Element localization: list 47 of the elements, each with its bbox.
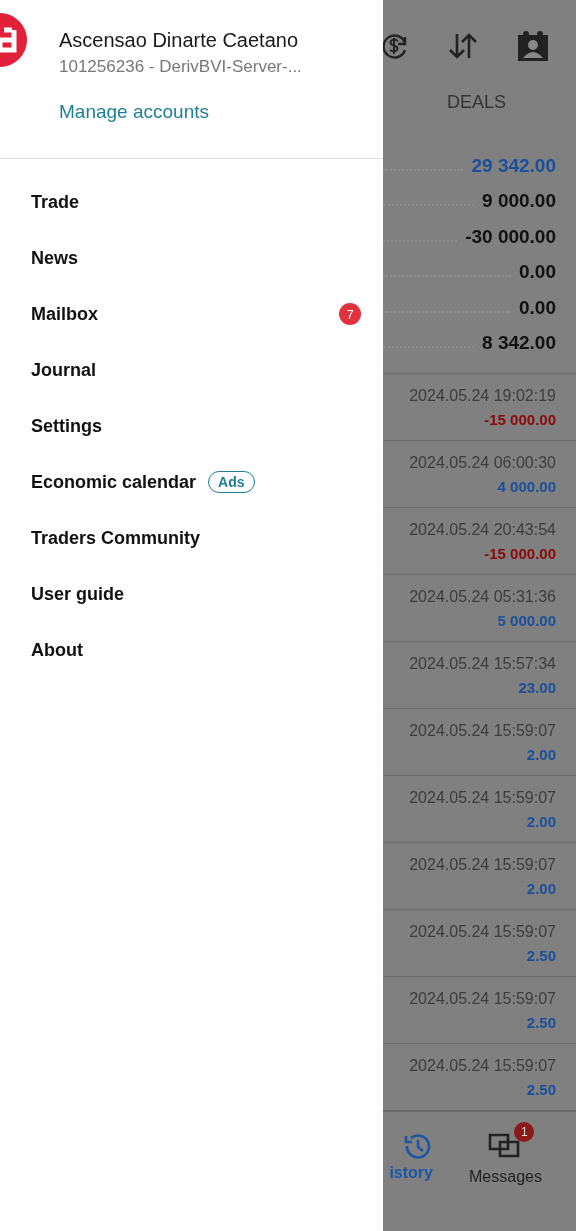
deal-time: 2024.05.24 15:59:07: [409, 989, 556, 1008]
deal-amount: 4 000.00: [497, 477, 556, 495]
menu-item[interactable]: User guide: [31, 583, 125, 605]
deal-amount: 2.50: [526, 1013, 556, 1031]
deal-amount: 2.00: [526, 745, 556, 763]
summary-value: 29 342.00: [471, 154, 556, 177]
menu-item[interactable]: Economic calendar: [31, 471, 197, 493]
deal-amount: 23.00: [518, 678, 556, 696]
unread-badge: 7: [339, 303, 361, 325]
menu-item[interactable]: Mailbox: [31, 303, 98, 325]
deal-time: 2024.05.24 19:02:19: [409, 386, 556, 405]
history-icon: [403, 1132, 433, 1160]
account-server: 101256236 - DerivBVI-Server-...: [59, 57, 302, 77]
summary-value: 0.00: [519, 296, 556, 319]
menu-item[interactable]: About: [31, 639, 83, 661]
currency-exchange-icon[interactable]: [383, 31, 409, 61]
summary-value: 9 000.00: [482, 190, 556, 213]
contact-card-icon[interactable]: [517, 30, 549, 62]
deal-amount: -15 000.00: [484, 410, 556, 428]
deal-time: 2024.05.24 06:00:30: [409, 453, 556, 472]
deal-time: 2024.05.24 20:43:54: [409, 520, 556, 539]
deal-amount: 2.00: [526, 879, 556, 897]
sort-arrows-icon[interactable]: [447, 32, 479, 60]
menu-item[interactable]: Trade: [31, 191, 80, 213]
summary-value: 8 342.00: [482, 332, 556, 355]
deal-time: 2024.05.24 15:59:07: [409, 855, 556, 874]
menu-item[interactable]: Settings: [31, 415, 102, 437]
manage-accounts-link[interactable]: Manage accounts: [59, 101, 209, 123]
deal-amount: 2.50: [526, 946, 556, 964]
menu-item[interactable]: Traders Community: [31, 527, 201, 549]
deal-amount: 2.50: [526, 1080, 556, 1098]
deal-time: 2024.05.24 15:57:34: [409, 654, 556, 673]
summary-value: 0.00: [519, 261, 556, 284]
deal-time: 2024.05.24 15:59:07: [409, 922, 556, 941]
summary-value: -30 000.00: [465, 225, 556, 248]
menu-item[interactable]: News: [31, 247, 79, 269]
deal-time: 2024.05.24 05:31:36: [409, 587, 556, 606]
menu-item[interactable]: Journal: [31, 359, 96, 381]
deal-amount: 2.00: [526, 812, 556, 830]
deal-time: 2024.05.24 15:59:07: [409, 721, 556, 740]
notification-badge: 1: [514, 1122, 535, 1142]
deal-amount: 5 000.00: [497, 611, 556, 629]
deal-time: 2024.05.24 15:59:07: [409, 788, 556, 807]
nav-tab[interactable]: 1 Messages: [469, 1120, 556, 1231]
account-name: Ascensao Dinarte Caetano: [59, 29, 300, 52]
deal-amount: -15 000.00: [484, 544, 556, 562]
deal-time: 2024.05.24 15:59:07: [409, 1056, 556, 1075]
